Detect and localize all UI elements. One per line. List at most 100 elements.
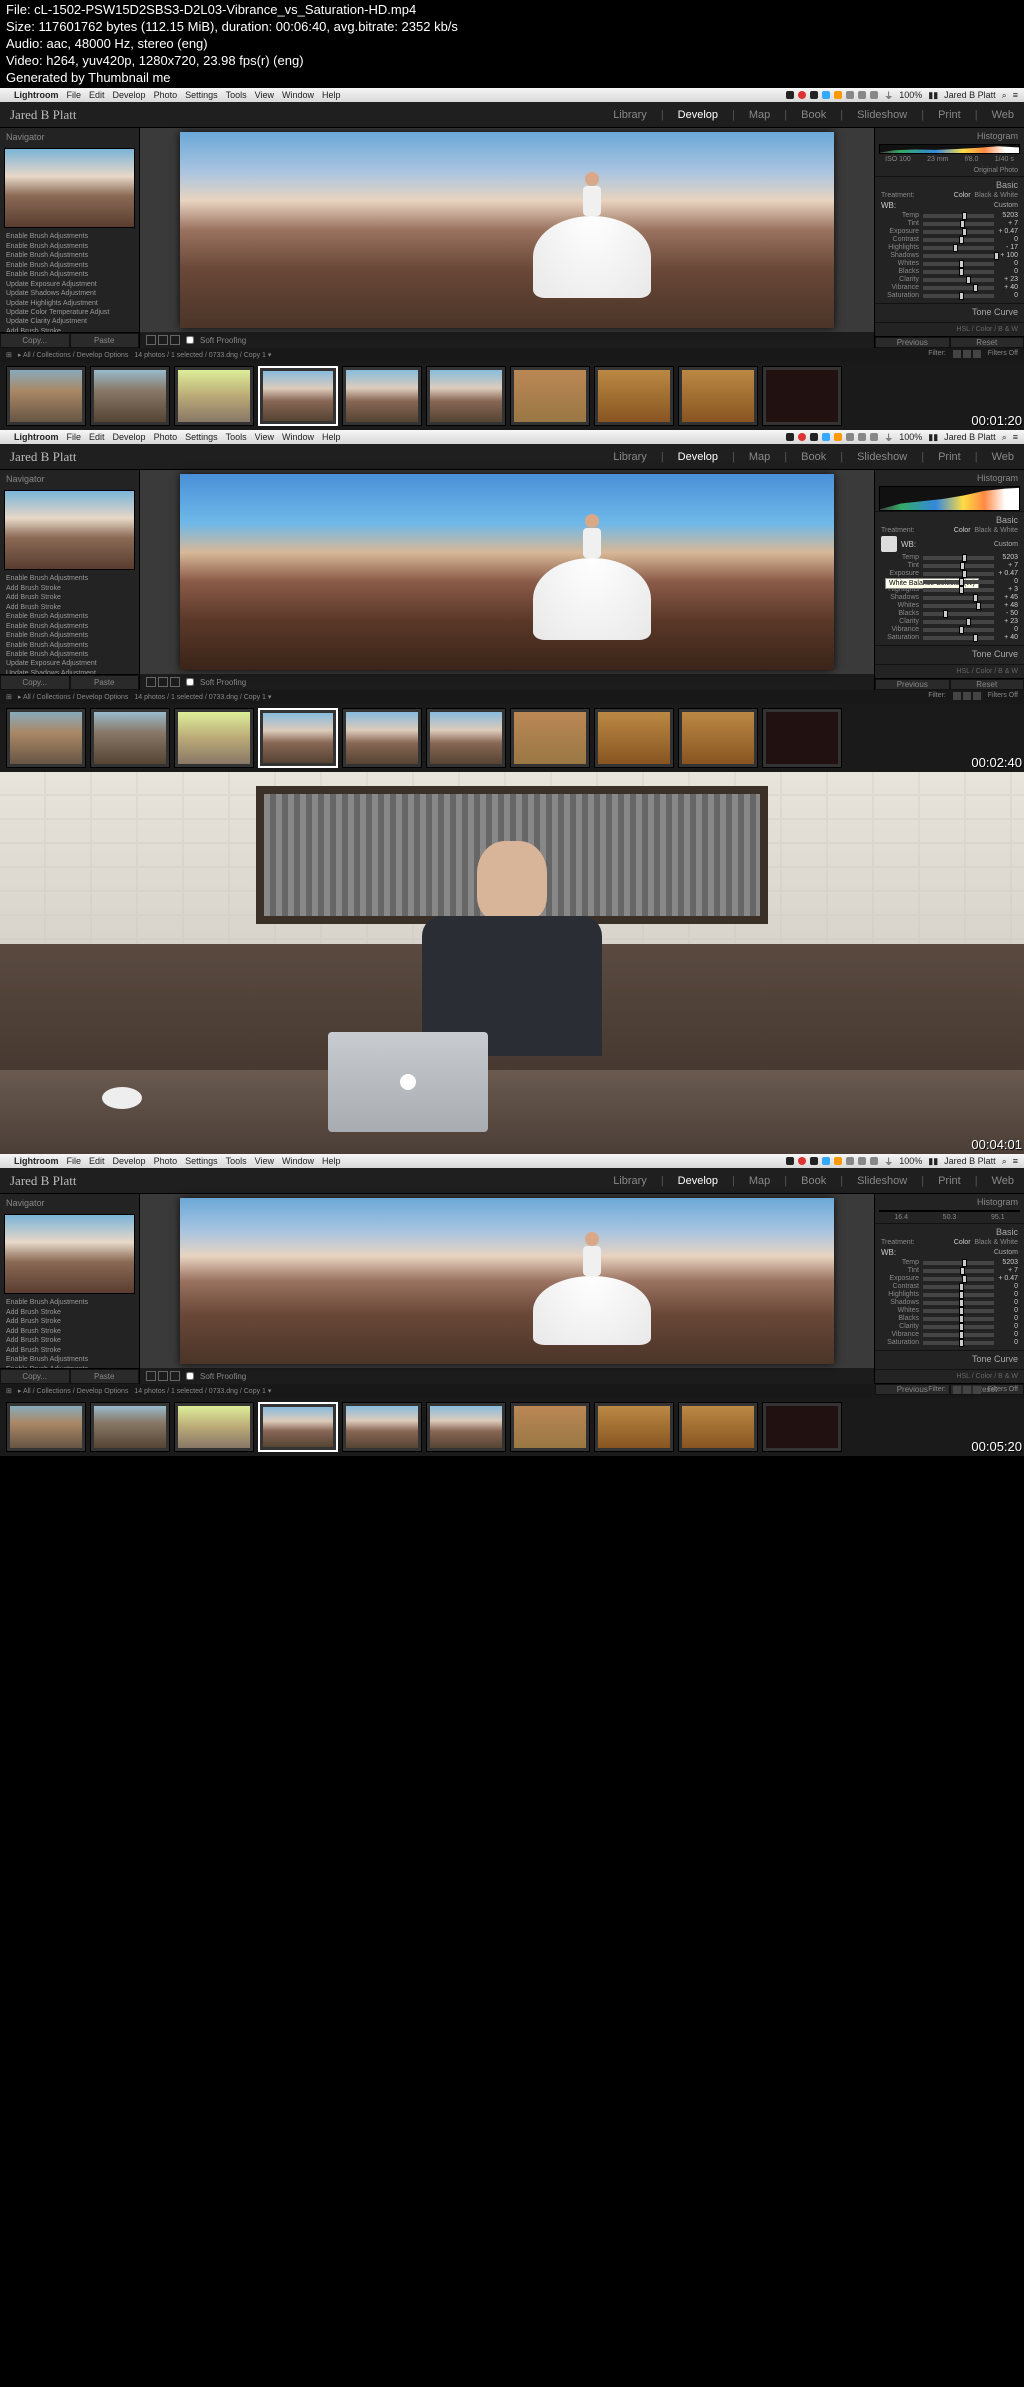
module-book[interactable]: Book [801,1175,826,1187]
slider-exposure[interactable]: Exposure+ 0.47 [881,570,1018,577]
tone-curve-header[interactable]: Tone Curve [881,307,1018,317]
slider-value[interactable]: + 7 [998,1267,1018,1274]
menu-help[interactable]: Help [322,1156,341,1166]
slider-value[interactable]: 0 [998,236,1018,243]
history-step[interactable]: Enable Brush Adjustments [4,1298,135,1307]
survey-view-icon[interactable] [170,335,180,345]
develop-loupe-image[interactable] [180,474,833,670]
soft-proofing-checkbox[interactable] [186,336,194,344]
history-step[interactable]: Update Exposure Adjustment [4,659,135,668]
filmstrip-thumb[interactable] [90,366,170,426]
slider-tint[interactable]: Tint+ 7 [881,220,1018,227]
previous-button[interactable]: Previous [875,679,950,690]
paste-button[interactable]: Paste [70,1369,140,1384]
basic-panel-header[interactable]: Basic [881,180,1018,190]
slider-clarity[interactable]: Clarity+ 23 [881,618,1018,625]
slider-value[interactable]: 0 [998,1299,1018,1306]
tone-curve-header[interactable]: Tone Curve [881,649,1018,659]
module-book[interactable]: Book [801,451,826,463]
history-step[interactable]: Enable Brush Adjustments [4,261,135,270]
slider-value[interactable]: - 17 [998,244,1018,251]
menu-develop[interactable]: Develop [113,1156,146,1166]
module-book[interactable]: Book [801,109,826,121]
tone-curve-header[interactable]: Tone Curve [881,1354,1018,1364]
copy-button[interactable]: Copy... [0,1369,70,1384]
slider-value[interactable]: 5203 [998,212,1018,219]
filmstrip[interactable] [0,1398,1024,1456]
module-slideshow[interactable]: Slideshow [857,109,907,121]
menu-file[interactable]: File [67,432,82,442]
history-step[interactable]: Enable Brush Adjustments [4,631,135,640]
module-print[interactable]: Print [938,451,961,463]
slider-track[interactable] [923,612,994,616]
slider-value[interactable]: + 40 [998,634,1018,641]
slider-value[interactable]: + 23 [998,276,1018,283]
identity-plate[interactable]: Jared B Platt [10,1173,613,1189]
source-breadcrumb[interactable]: ▸ All / Collections / Develop Options [18,351,129,359]
loupe-view-icon[interactable] [146,335,156,345]
slider-track[interactable] [923,604,994,608]
slider-track[interactable] [923,1301,994,1305]
menu-settings[interactable]: Settings [185,90,218,100]
history-panel[interactable]: Enable Brush AdjustmentsAdd Brush Stroke… [0,572,139,674]
history-step[interactable]: Add Brush Stroke [4,593,135,602]
slider-track[interactable] [923,588,994,592]
slider-whites[interactable]: Whites+ 48 [881,602,1018,609]
menu-help[interactable]: Help [322,432,341,442]
grid-toggle-icon[interactable]: ⊞ [6,1387,12,1395]
reset-button[interactable]: Reset [950,337,1024,348]
filmstrip[interactable] [0,704,1024,772]
wb-preset-dropdown[interactable]: Custom [920,541,1018,548]
filmstrip-thumb[interactable] [510,366,590,426]
source-breadcrumb[interactable]: ▸ All / Collections / Develop Options [18,693,129,701]
slider-tint[interactable]: Tint+ 7 [881,1267,1018,1274]
slider-exposure[interactable]: Exposure+ 0.47 [881,1275,1018,1282]
filmstrip-thumb[interactable] [678,708,758,768]
slider-track[interactable] [923,1261,994,1265]
history-step[interactable]: Add Brush Stroke [4,603,135,612]
survey-view-icon[interactable] [170,1371,180,1381]
module-develop[interactable]: Develop [678,1175,718,1187]
slider-whites[interactable]: Whites0 [881,260,1018,267]
menu-extras-icon[interactable]: ≡ [1013,90,1018,100]
loupe-view-icon[interactable] [146,677,156,687]
module-web[interactable]: Web [992,1175,1014,1187]
navigator-preview[interactable] [4,1214,135,1294]
history-step[interactable]: Update Highlights Adjustment [4,299,135,308]
slider-track[interactable] [923,1293,994,1297]
history-step[interactable]: Enable Brush Adjustments [4,622,135,631]
develop-loupe-image[interactable] [180,132,833,328]
slider-vibrance[interactable]: Vibrance0 [881,1331,1018,1338]
paste-button[interactable]: Paste [70,675,140,690]
wb-preset-dropdown[interactable]: Custom [900,1249,1018,1256]
histogram-display[interactable] [879,486,1020,511]
menu-view[interactable]: View [255,90,274,100]
slider-value[interactable]: + 40 [998,284,1018,291]
reset-button[interactable]: Reset [950,679,1024,690]
slider-value[interactable]: 0 [998,1323,1018,1330]
history-panel[interactable]: Enable Brush AdjustmentsEnable Brush Adj… [0,230,139,332]
previous-button[interactable]: Previous [875,337,950,348]
history-step[interactable]: Enable Brush Adjustments [4,612,135,621]
slider-contrast[interactable]: Contrast0 [881,236,1018,243]
navigator-header[interactable]: Navigator [6,132,45,142]
history-step[interactable]: Add Brush Stroke [4,584,135,593]
history-step[interactable]: Update Color Temperature Adjust [4,308,135,317]
menu-help[interactable]: Help [322,90,341,100]
source-breadcrumb[interactable]: ▸ All / Collections / Develop Options [18,1387,129,1395]
history-step[interactable]: Enable Brush Adjustments [4,1355,135,1364]
history-step[interactable]: Update Exposure Adjustment [4,280,135,289]
slider-value[interactable]: 0 [998,1331,1018,1338]
compare-view-icon[interactable] [158,1371,168,1381]
identity-plate[interactable]: Jared B Platt [10,449,613,465]
module-develop[interactable]: Develop [678,451,718,463]
filmstrip-thumb[interactable] [90,1402,170,1452]
slider-blacks[interactable]: Blacks- 50 [881,610,1018,617]
slider-clarity[interactable]: Clarity+ 23 [881,276,1018,283]
app-name[interactable]: Lightroom [14,90,59,100]
history-step[interactable]: Enable Brush Adjustments [4,650,135,659]
histogram-header[interactable]: Histogram [875,1194,1024,1210]
treatment-color[interactable]: Color [954,527,971,534]
menu-settings[interactable]: Settings [185,432,218,442]
slider-shadows[interactable]: Shadows+ 100 [881,252,1018,259]
